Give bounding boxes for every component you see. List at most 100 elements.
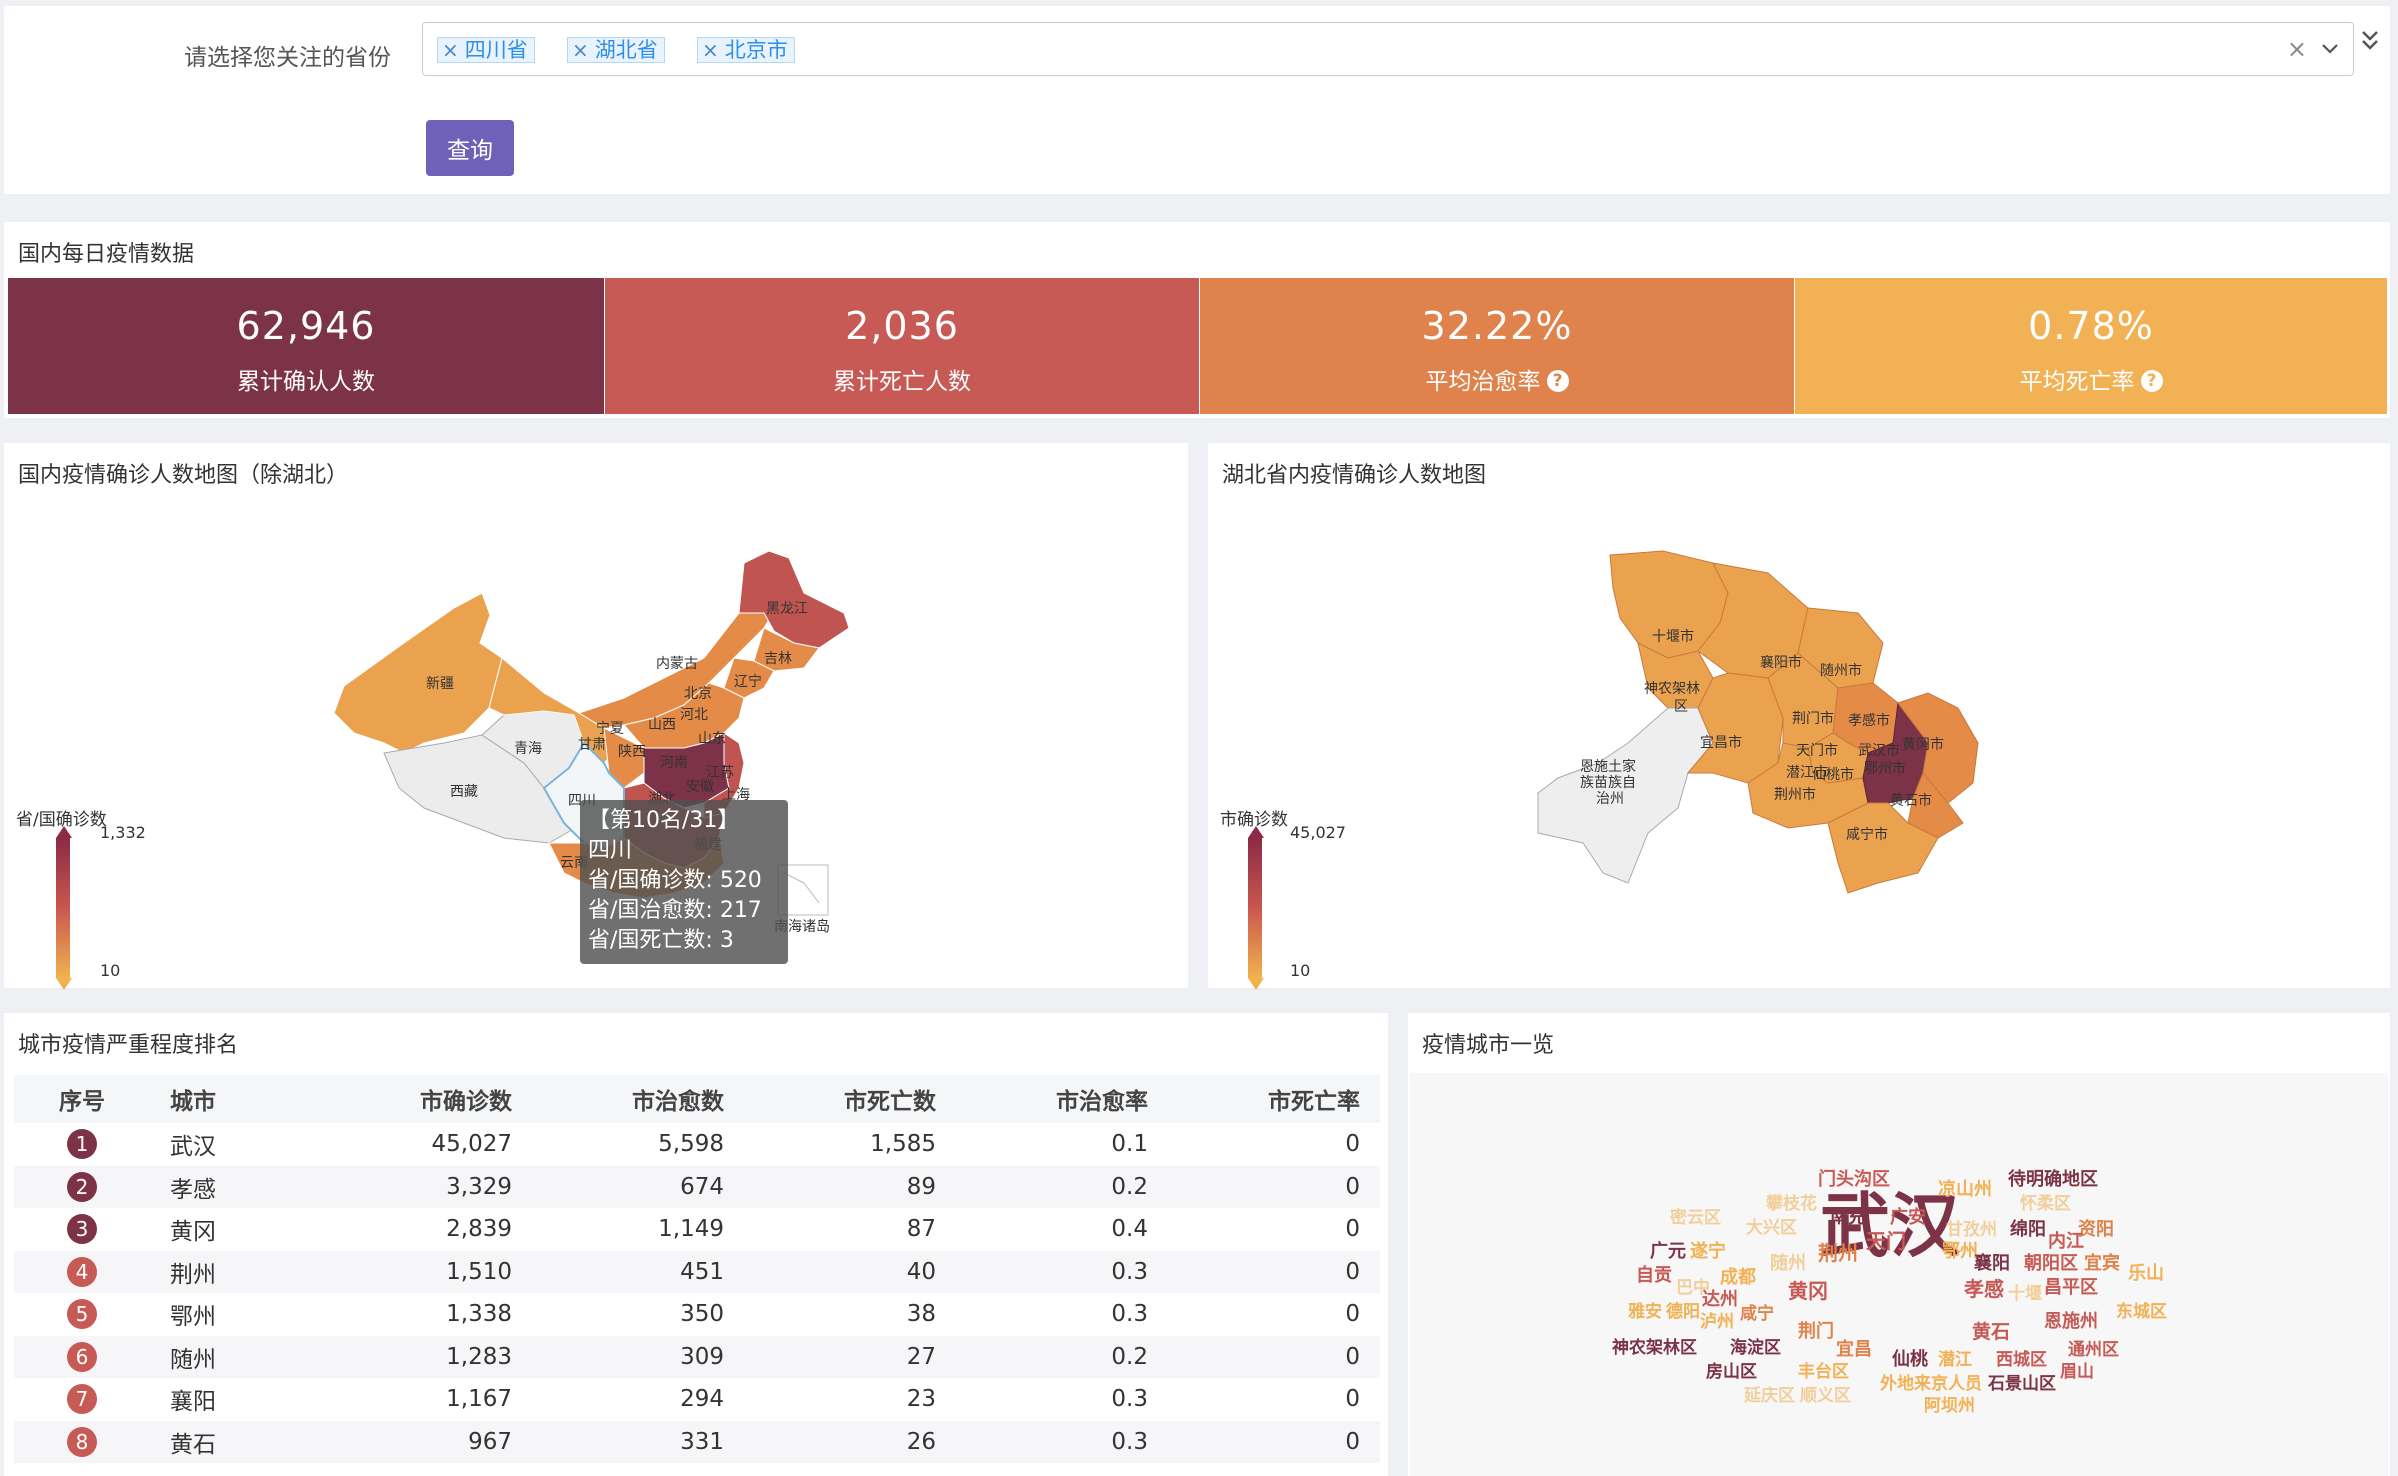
column-header[interactable]: 市治愈率 xyxy=(956,1075,1168,1123)
tag-remove-icon[interactable]: × xyxy=(702,38,719,62)
rank-badge: 5 xyxy=(67,1299,97,1330)
cloud-word[interactable]: 延庆区 xyxy=(1744,1381,1795,1406)
cloud-word[interactable]: 乐山 xyxy=(2128,1259,2164,1285)
kpi-label: 平均治愈率 xyxy=(1425,369,1541,395)
rank-badge: 4 xyxy=(67,1256,97,1287)
cloud-word[interactable]: 孝感 xyxy=(1964,1273,2004,1302)
death-rate-cell: 0 xyxy=(1168,1335,1380,1378)
cloud-word[interactable]: 仙桃 xyxy=(1892,1345,1928,1371)
cloud-word[interactable]: 海淀区 xyxy=(1730,1333,1781,1358)
collapse-icon[interactable] xyxy=(2360,28,2380,54)
tag-hubei[interactable]: × 湖北省 xyxy=(567,37,665,63)
cloud-word[interactable]: 襄阳 xyxy=(1974,1249,2010,1275)
tag-beijing[interactable]: × 北京市 xyxy=(697,37,795,63)
query-button[interactable]: 查询 xyxy=(426,120,514,176)
cloud-word[interactable]: 随州 xyxy=(1770,1249,1806,1275)
cloud-word[interactable]: 广元 xyxy=(1650,1237,1686,1263)
table-row[interactable]: 5 鄂州 1,338 350 38 0.3 0 xyxy=(14,1293,1380,1336)
tag-remove-icon[interactable]: × xyxy=(442,38,459,62)
cloud-word[interactable]: 南充 xyxy=(1830,1203,1866,1229)
cloud-word[interactable]: 鄂州 xyxy=(1942,1237,1978,1263)
map-label: 随州市 xyxy=(1820,662,1862,679)
cloud-word[interactable]: 丰台区 xyxy=(1798,1357,1849,1382)
cloud-word[interactable]: 天门 xyxy=(1866,1225,1906,1254)
cloud-word[interactable]: 黄冈 xyxy=(1788,1275,1828,1304)
cloud-word[interactable]: 眉山 xyxy=(2060,1357,2094,1382)
confirmed-cell: 1,510 xyxy=(320,1250,532,1293)
cloud-word[interactable]: 房山区 xyxy=(1706,1357,1757,1382)
cloud-word[interactable]: 咸宁 xyxy=(1740,1299,1774,1324)
cloud-word[interactable]: 荆州 xyxy=(1818,1237,1858,1266)
visualmap-handle-bottom[interactable] xyxy=(1248,978,1264,990)
cloud-word[interactable]: 荆门 xyxy=(1798,1317,1834,1343)
clear-icon[interactable]: × xyxy=(2287,35,2307,63)
cured-cell: 674 xyxy=(532,1165,744,1208)
tag-remove-icon[interactable]: × xyxy=(572,38,589,62)
chevron-down-icon[interactable] xyxy=(2321,33,2339,69)
city-cell: 随州 xyxy=(150,1335,320,1378)
word-cloud: 武汉 门头沟区 待明确地区 攀枝花 凉山州 怀柔区 密云区 大兴区 南充 广安 … xyxy=(1410,1073,2388,1476)
table-row[interactable]: 3 黄冈 2,839 1,149 87 0.4 0 xyxy=(14,1208,1380,1251)
visualmap-handle-bottom[interactable] xyxy=(56,978,72,990)
help-icon[interactable]: ? xyxy=(2140,369,2163,392)
table-row[interactable]: 2 孝感 3,329 674 89 0.2 0 xyxy=(14,1165,1380,1208)
cloud-word[interactable]: 怀柔区 xyxy=(2020,1189,2071,1214)
cloud-word[interactable]: 绵阳 xyxy=(2010,1215,2046,1241)
help-icon[interactable]: ? xyxy=(1546,369,1569,392)
cloud-word[interactable]: 东城区 xyxy=(2116,1297,2167,1322)
table-row[interactable]: 1 武汉 45,027 5,598 1,585 0.1 0 xyxy=(14,1123,1380,1166)
visualmap-bar[interactable] xyxy=(56,838,70,978)
rank-cell: 2 xyxy=(14,1165,150,1208)
cloud-word[interactable]: 朝阳区 xyxy=(2024,1249,2078,1275)
column-header[interactable]: 市治愈数 xyxy=(532,1075,744,1123)
column-header[interactable]: 序号 xyxy=(14,1075,150,1123)
cloud-word[interactable]: 宜宾 xyxy=(2084,1249,2120,1275)
cloud-word[interactable]: 自贡 xyxy=(1636,1261,1672,1287)
cloud-word[interactable]: 雅安 xyxy=(1628,1297,1662,1322)
hubei-map[interactable]: 十堰市 襄阳市 随州市 神农架林 区 荆门市 孝感市 宜昌市 天门市 武汉市 黄… xyxy=(1208,443,2390,988)
table-row[interactable]: 8 黄石 967 331 26 0.3 0 xyxy=(14,1420,1380,1463)
confirmed-cell: 3,329 xyxy=(320,1165,532,1208)
cloud-word[interactable]: 十堰 xyxy=(2008,1279,2042,1304)
cloud-word[interactable]: 顺义区 xyxy=(1800,1381,1851,1406)
map-label: 族苗族自 xyxy=(1580,775,1636,791)
rank-badge: 7 xyxy=(67,1384,97,1415)
cloud-word[interactable]: 攀枝花 xyxy=(1766,1189,1817,1214)
dead-cell: 40 xyxy=(744,1250,956,1293)
cloud-word[interactable]: 西城区 xyxy=(1996,1345,2047,1370)
cloud-word[interactable]: 黄石 xyxy=(1972,1317,2010,1344)
table-row[interactable]: 6 随州 1,283 309 27 0.2 0 xyxy=(14,1335,1380,1378)
column-header[interactable]: 城市 xyxy=(150,1075,320,1123)
cloud-word[interactable]: 恩施州 xyxy=(2044,1307,2098,1333)
map-label: 区 xyxy=(1674,699,1688,715)
cloud-word[interactable]: 凉山州 xyxy=(1938,1175,1992,1201)
death-rate-cell: 0 xyxy=(1168,1165,1380,1208)
column-header[interactable]: 市死亡率 xyxy=(1168,1075,1380,1123)
visualmap-max: 1,332 xyxy=(100,823,146,842)
cure-rate-cell: 0.2 xyxy=(956,1165,1168,1208)
cloud-word[interactable]: 阿坝州 xyxy=(1924,1391,1975,1416)
cloud-word[interactable]: 大兴区 xyxy=(1746,1213,1797,1238)
cloud-word[interactable]: 石景山区 xyxy=(1988,1369,2056,1394)
kpi-card-death-rate: 0.78% 平均死亡率? xyxy=(1795,278,2387,414)
cloud-word[interactable]: 遂宁 xyxy=(1690,1237,1726,1263)
tag-sichuan[interactable]: × 四川省 xyxy=(437,37,535,63)
province-multiselect[interactable]: × 四川省 × 湖北省 × 北京市 × xyxy=(422,22,2354,76)
column-header[interactable]: 市确诊数 xyxy=(320,1075,532,1123)
column-header[interactable]: 市死亡数 xyxy=(744,1075,956,1123)
cloud-word[interactable]: 门头沟区 xyxy=(1818,1165,1890,1191)
cloud-word[interactable]: 待明确地区 xyxy=(2008,1165,2098,1191)
table-row[interactable]: 7 襄阳 1,167 294 23 0.3 0 xyxy=(14,1378,1380,1421)
rank-cell: 1 xyxy=(14,1123,150,1166)
cloud-word[interactable]: 神农架林区 xyxy=(1612,1333,1697,1358)
cloud-word[interactable]: 密云区 xyxy=(1670,1203,1721,1228)
cloud-word[interactable]: 潜江 xyxy=(1938,1345,1972,1370)
visualmap-handle-top[interactable] xyxy=(1248,826,1264,838)
cloud-word[interactable]: 德阳 xyxy=(1666,1297,1700,1322)
visualmap-handle-top[interactable] xyxy=(56,826,72,838)
visualmap-bar[interactable] xyxy=(1248,838,1262,978)
city-cell: 孝感 xyxy=(150,1165,320,1208)
cloud-word[interactable]: 昌平区 xyxy=(2044,1273,2098,1299)
cloud-word[interactable]: 泸州 xyxy=(1700,1307,1734,1332)
table-row[interactable]: 4 荆州 1,510 451 40 0.3 0 xyxy=(14,1250,1380,1293)
